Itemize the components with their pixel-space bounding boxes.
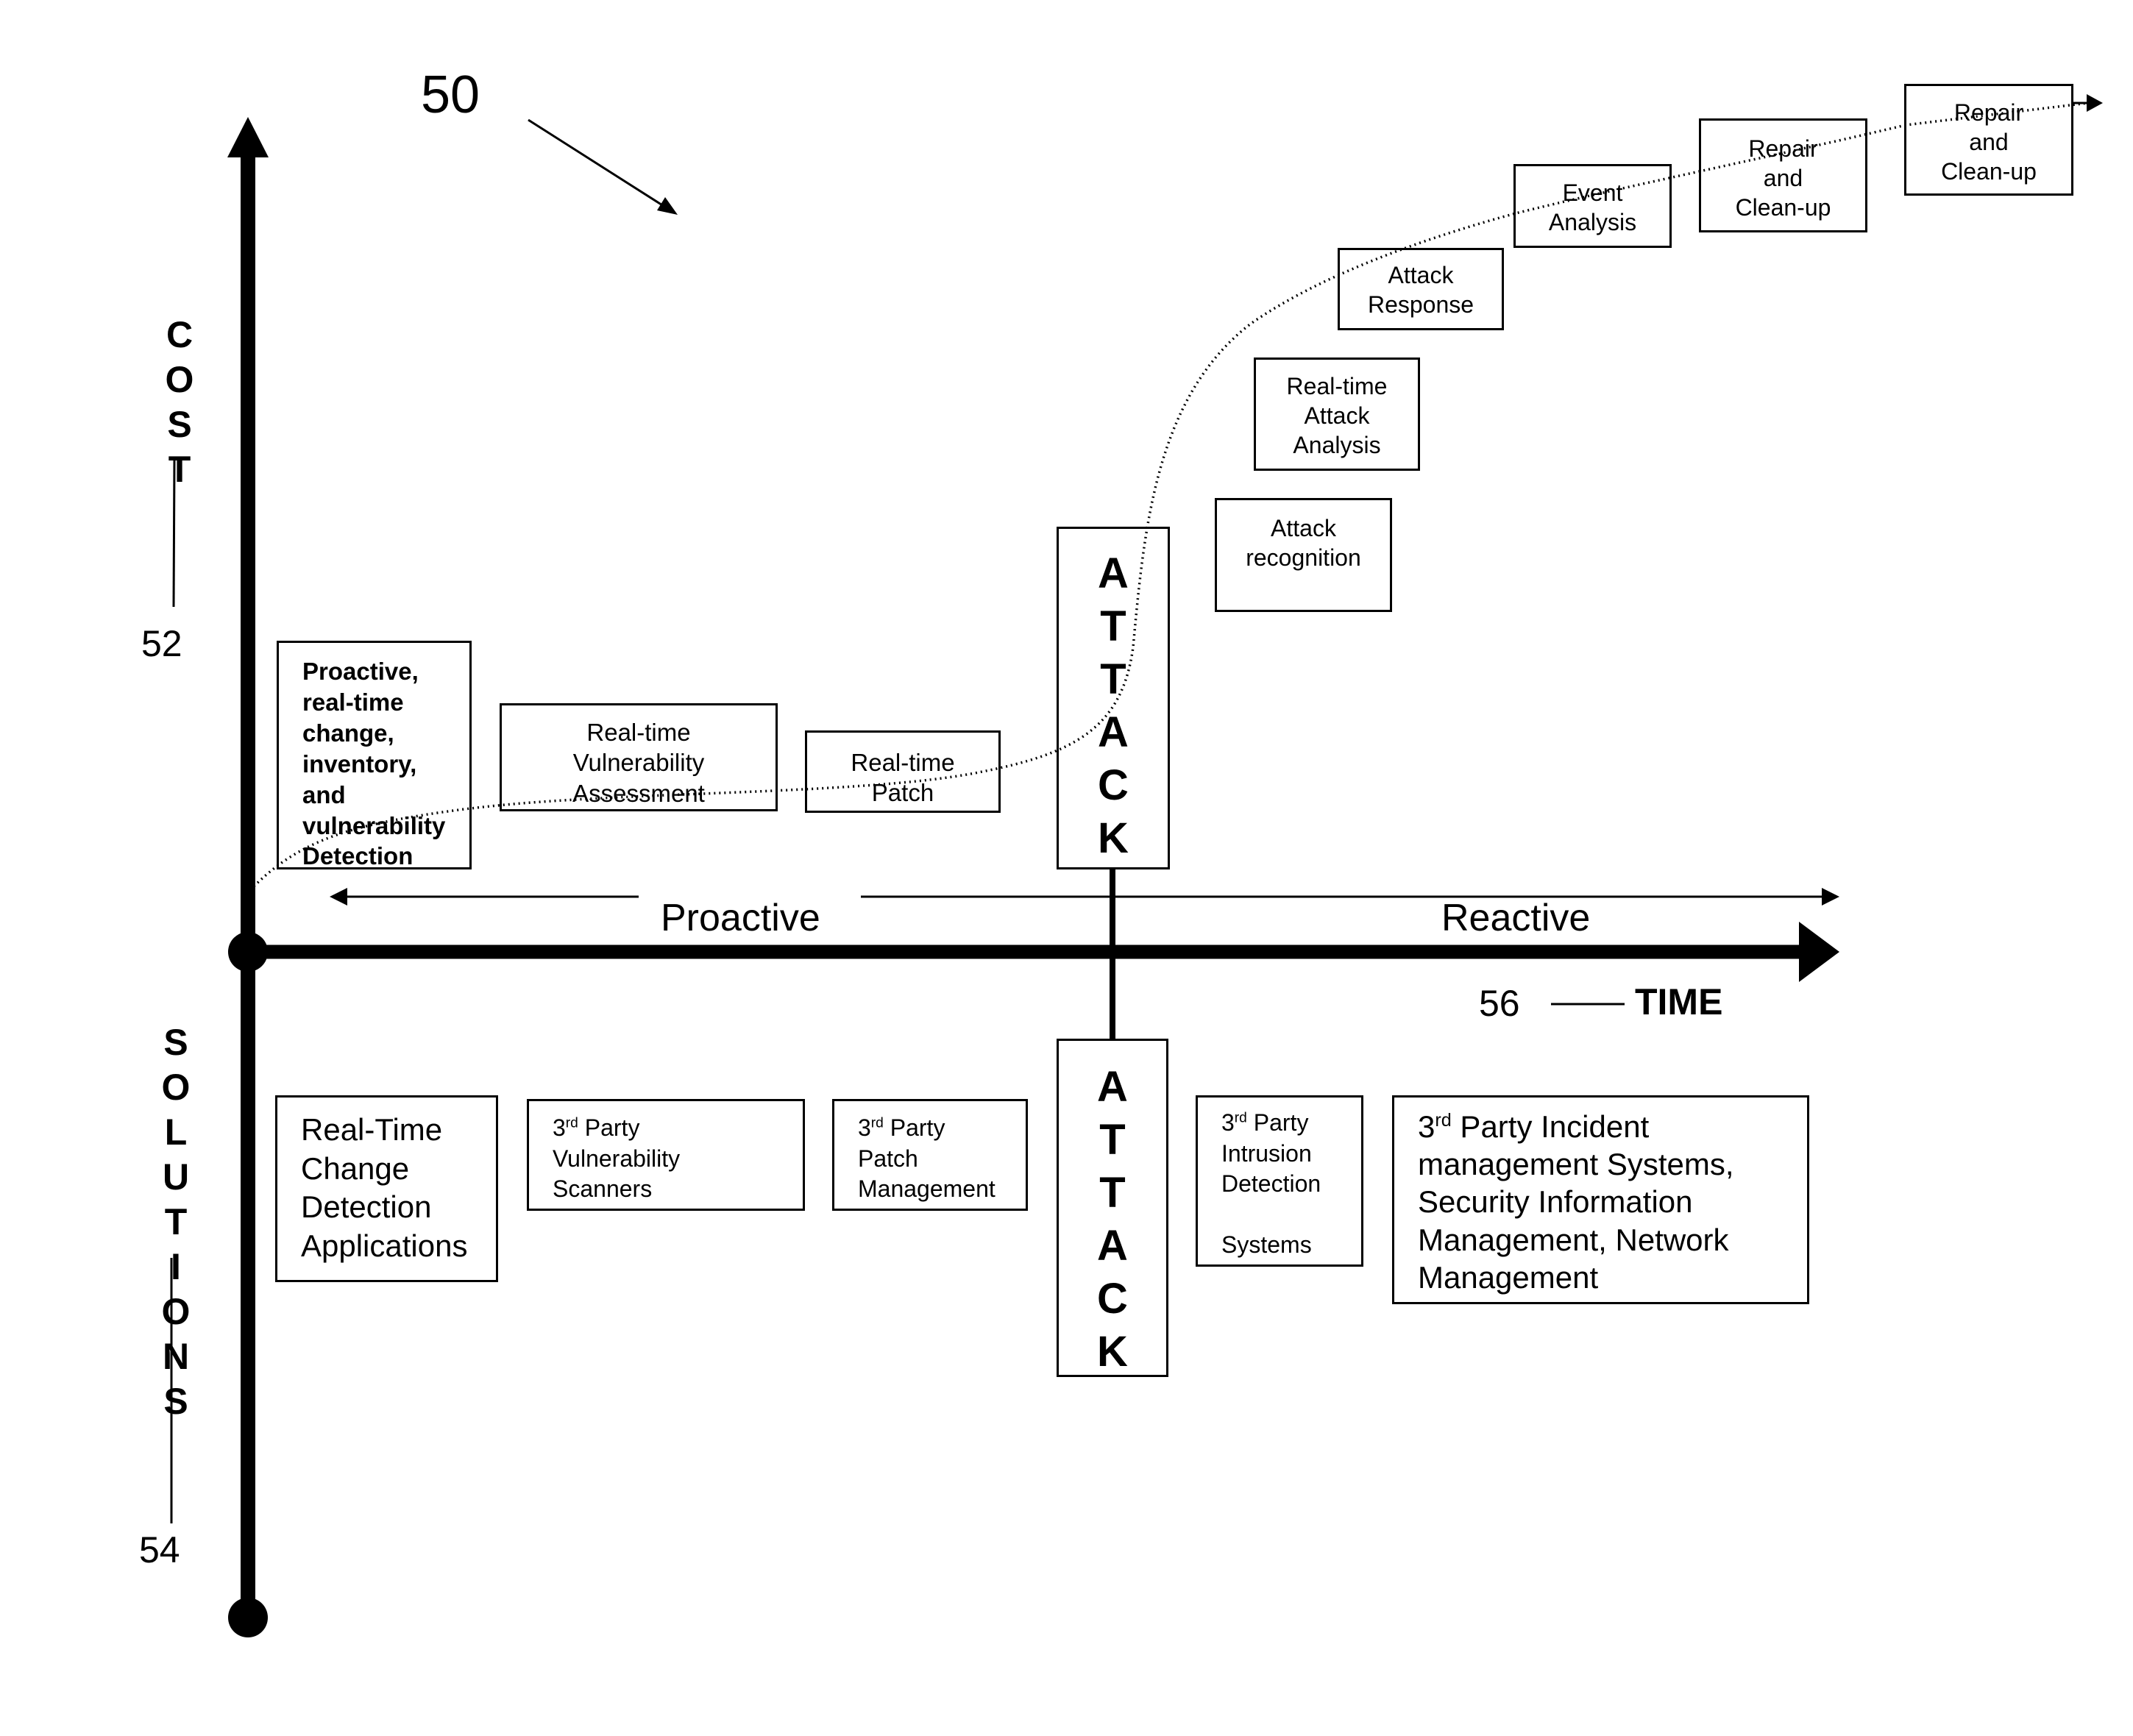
axis-letter: K (1098, 814, 1129, 862)
cost-box-repair-cleanup-1: Repair and Clean-up (1699, 118, 1867, 232)
cost-box-repair-cleanup-2: Repair and Clean-up (1904, 84, 2073, 196)
solution-line: Management (858, 1175, 995, 1203)
solution-box-text: 3rd Party Patch Management (858, 1113, 1026, 1205)
cost-box-attack-recognition: Attack recognition (1215, 498, 1392, 612)
solution-line: Systems (1221, 1231, 1312, 1259)
ref-50-arrow (528, 118, 667, 209)
solutions-axis-label: SOLUTIONS (160, 1024, 192, 1428)
solution-line: 3rd Party Incident (1418, 1109, 1650, 1144)
reactive-label: Reactive (1441, 897, 1591, 939)
solution-box-intrusion-detection: 3rd Party Intrusion Detection Systems (1196, 1095, 1363, 1267)
cost-box-text: Attack recognition (1246, 515, 1361, 571)
solution-box-incident-management: 3rd Party Incident management Systems, Sec… (1392, 1095, 1809, 1304)
axis-letter: T (168, 449, 191, 490)
axis-letter: T (1100, 655, 1126, 703)
time-axis-arrowhead (1799, 922, 1839, 982)
solution-box-patch-management: 3rd Party Patch Management (832, 1099, 1028, 1211)
figure-reference-number: 50 (421, 65, 480, 124)
solution-line: Scanners (553, 1175, 653, 1203)
solution-line: Change (301, 1150, 410, 1186)
attack-label-lower: ATTACK (1059, 1066, 1166, 1384)
solution-line: 3rd Party (553, 1114, 640, 1141)
cost-box-text: Real-time Vulnerability Assessment (572, 719, 705, 807)
axis-letter: C (166, 314, 194, 355)
cost-axis-label: COST (163, 316, 196, 496)
cost-box-event-analysis: Event Analysis (1513, 164, 1672, 248)
time-axis-label: TIME (1635, 981, 1723, 1022)
reactive-arrowhead (1822, 888, 1839, 906)
axis-letter: L (164, 1111, 188, 1153)
solution-box-text: 3rd Party Intrusion Detection Systems (1221, 1108, 1361, 1261)
cost-box-text: Event Analysis (1548, 179, 1637, 235)
solution-line (1221, 1200, 1361, 1231)
cost-box-text: Real-time Attack Analysis (1286, 373, 1388, 458)
solution-line: Patch (858, 1145, 918, 1172)
attack-label-upper: ATTACK (1059, 552, 1168, 870)
cost-axis-reference: 52 (141, 623, 182, 664)
solution-line: Vulnerability (553, 1145, 681, 1172)
solution-box-text: 3rd Party Incident management Systems, Sec… (1418, 1108, 1807, 1296)
solution-line: Applications (301, 1228, 468, 1263)
solution-box-vuln-scanners: 3rd Party Vulnerability Scanners (527, 1099, 805, 1211)
cost-box-rt-vulnerability-assessment: Real-time Vulnerability Assessment (500, 703, 778, 811)
solution-line: management Systems, (1418, 1147, 1734, 1182)
cost-box-rt-attack-analysis: Real-time Attack Analysis (1254, 357, 1420, 471)
solution-line: Detection (301, 1189, 432, 1224)
solution-line: 3rd Party (1221, 1109, 1309, 1136)
axis-letter: I (171, 1246, 181, 1287)
axis-letter: T (164, 1201, 188, 1242)
time-axis-reference: 56 (1479, 983, 1520, 1024)
axis-letter: N (162, 1336, 190, 1377)
cost-box-text: Repair and Clean-up (1735, 135, 1831, 221)
axis-letter: S (163, 1381, 188, 1422)
solution-box-rt-change-detection: Real-Time Change Detection Applications (275, 1095, 498, 1282)
solutions-axis-reference: 54 (139, 1529, 180, 1570)
axis-letter: S (167, 404, 192, 445)
axis-letter: A (1097, 1063, 1128, 1111)
cost-box-text: Real-time Patch (851, 749, 955, 807)
solution-line: Management, Network (1418, 1222, 1729, 1257)
axis-letter: A (1098, 549, 1129, 597)
axis-letter: T (1099, 1116, 1126, 1164)
axis-letter: C (1097, 1275, 1128, 1323)
cost-box-text: Proactive, real-time change, inventory, … (302, 658, 446, 870)
proactive-label: Proactive (661, 897, 820, 939)
axis-letter: O (165, 359, 194, 400)
ordinal-suffix: rd (870, 1115, 884, 1131)
cost-axis-arrowhead (227, 117, 269, 157)
cost-box-proactive-detection: Proactive, real-time change, inventory, … (277, 641, 472, 869)
solution-line: Security Information (1418, 1184, 1693, 1220)
solution-line: Management (1418, 1259, 1599, 1295)
cost-box-rt-patch: Real-time Patch (805, 730, 1001, 813)
attack-box-upper: ATTACK (1057, 527, 1170, 869)
axis-letter: T (1100, 602, 1126, 650)
solution-line: Detection (1221, 1170, 1321, 1198)
axis-letter: S (163, 1022, 188, 1063)
axis-letter: A (1098, 708, 1129, 756)
axis-letter: C (1098, 761, 1129, 809)
cost-box-attack-response: Attack Response (1338, 248, 1504, 330)
axis-letter: U (162, 1156, 190, 1198)
attack-box-lower: ATTACK (1057, 1039, 1168, 1377)
solution-line: Real-Time (301, 1112, 443, 1147)
curve-end-arrowhead (2087, 94, 2103, 112)
cost-box-text: Attack Response (1367, 262, 1474, 318)
ref-50-arrowhead (657, 197, 678, 215)
cost-box-text: Repair and Clean-up (1941, 99, 2037, 185)
proactive-arrowhead (330, 888, 347, 906)
solution-box-text: Real-Time Change Detection Applications (301, 1111, 496, 1265)
solution-box-text: 3rd Party Vulnerability Scanners (553, 1113, 803, 1205)
axis-letter: O (161, 1291, 191, 1332)
axis-letter: A (1097, 1222, 1128, 1270)
axis-letter: O (161, 1067, 191, 1108)
ordinal-suffix: rd (1234, 1110, 1247, 1126)
axis-letter: T (1099, 1169, 1126, 1217)
axis-end-dot (228, 1598, 268, 1637)
solution-line: Intrusion (1221, 1139, 1312, 1167)
ordinal-suffix: rd (565, 1115, 578, 1131)
ordinal-suffix: rd (1435, 1110, 1452, 1131)
axis-letter: K (1097, 1328, 1128, 1376)
solution-line: 3rd Party (858, 1114, 945, 1141)
